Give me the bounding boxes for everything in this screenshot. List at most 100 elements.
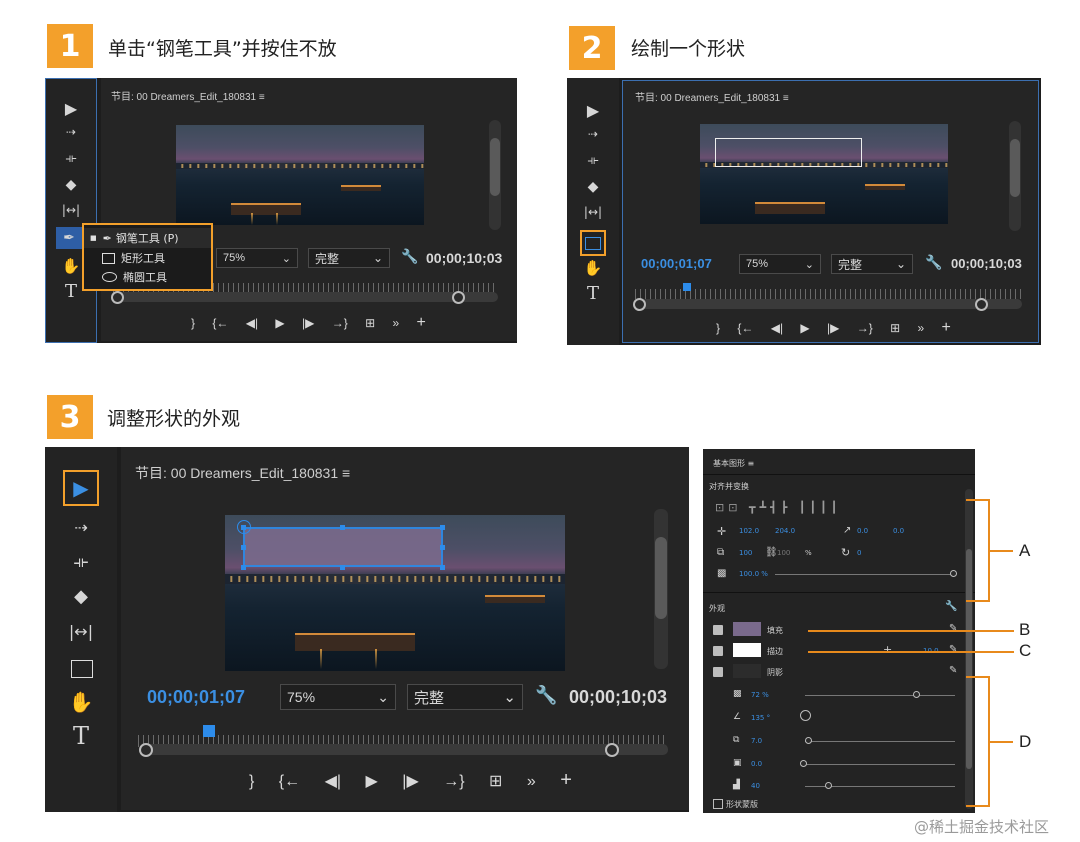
shape-rectangle[interactable] bbox=[243, 527, 443, 567]
selection-tool-icon[interactable]: ▶ bbox=[568, 101, 618, 120]
track-select-icon[interactable]: ⇢ bbox=[46, 125, 96, 139]
scale-height[interactable]: 100 bbox=[777, 549, 790, 557]
export-frame-button[interactable]: ⊞ bbox=[365, 316, 375, 330]
ripple-edit-icon[interactable]: ⟛ bbox=[46, 552, 116, 572]
zoom-scroll-bar[interactable] bbox=[141, 744, 668, 755]
more-button[interactable]: » bbox=[917, 321, 924, 335]
shadow-blur[interactable]: 40 bbox=[751, 782, 760, 790]
zoom-start-handle[interactable] bbox=[111, 291, 124, 304]
zoom-scroll-bar[interactable] bbox=[635, 299, 1022, 309]
align-buttons-row[interactable]: ⊡⊡ ┳┻┫┣ ┃┃┃┃ bbox=[715, 501, 841, 514]
handle-ml[interactable] bbox=[241, 545, 246, 550]
shadow-size-slider[interactable] bbox=[803, 764, 955, 765]
monitor-scrollbar[interactable] bbox=[1009, 121, 1021, 231]
shape-mask-checkbox[interactable] bbox=[713, 799, 723, 809]
fill-eyedropper-icon[interactable]: ✎ bbox=[949, 623, 957, 634]
step-forward-button[interactable]: |▶ bbox=[302, 316, 314, 330]
step-back-button[interactable]: ◀| bbox=[771, 321, 783, 335]
shadow-opacity[interactable]: 72 % bbox=[751, 691, 769, 699]
zoom-dropdown[interactable]: 75% ⌄ bbox=[739, 254, 821, 274]
zoom-start-handle[interactable] bbox=[139, 743, 153, 757]
handle-tr[interactable] bbox=[440, 525, 445, 530]
handle-br[interactable] bbox=[440, 565, 445, 570]
flyout-item-pen[interactable]: ■ ✒ 钢笔工具 (P) bbox=[84, 228, 211, 248]
wrench-icon[interactable]: 🔧 bbox=[925, 254, 942, 271]
link-icon[interactable]: ⛓ bbox=[765, 547, 778, 558]
add-button[interactable]: + bbox=[417, 314, 426, 331]
wrench-icon[interactable]: 🔧 bbox=[535, 685, 557, 706]
zoom-start-handle[interactable] bbox=[633, 298, 646, 311]
shadow-distance[interactable]: 7.0 bbox=[751, 737, 762, 745]
handle-tm[interactable] bbox=[340, 525, 345, 530]
fill-swatch[interactable] bbox=[733, 622, 761, 636]
flyout-item-rectangle[interactable]: 矩形工具 bbox=[84, 249, 211, 267]
shadow-eyedropper-icon[interactable]: ✎ bbox=[949, 665, 957, 676]
go-to-out-button[interactable]: →} bbox=[332, 316, 348, 330]
shadow-distance-knob[interactable] bbox=[805, 737, 812, 744]
razor-icon[interactable]: ◆ bbox=[46, 586, 116, 607]
wrench-icon[interactable]: 🔧 bbox=[401, 248, 418, 265]
type-icon[interactable]: T bbox=[568, 283, 618, 304]
flyout-item-ellipse[interactable]: 椭圆工具 bbox=[84, 268, 211, 286]
stroke-swatch[interactable] bbox=[733, 643, 761, 657]
stroke-checkbox[interactable] bbox=[713, 646, 723, 656]
pen-icon[interactable]: ✒ bbox=[56, 227, 82, 249]
zoom-scroll-bar[interactable] bbox=[113, 292, 498, 302]
shadow-opacity-knob[interactable] bbox=[913, 691, 920, 698]
go-to-in-button[interactable]: {← bbox=[737, 321, 753, 335]
shadow-opacity-slider[interactable] bbox=[805, 695, 955, 696]
step-back-button[interactable]: ◀| bbox=[325, 773, 341, 790]
export-frame-button[interactable]: ⊞ bbox=[890, 321, 900, 335]
stroke-add-icon[interactable]: + bbox=[883, 643, 892, 656]
step-forward-button[interactable]: |▶ bbox=[827, 321, 839, 335]
shadow-checkbox[interactable] bbox=[713, 667, 723, 677]
shadow-swatch[interactable] bbox=[733, 664, 761, 678]
hand-icon[interactable]: ✋ bbox=[568, 259, 618, 277]
handle-bl[interactable] bbox=[241, 565, 246, 570]
type-icon[interactable]: T bbox=[46, 722, 116, 750]
rotation-value[interactable]: 0 bbox=[857, 549, 861, 557]
mark-out-button[interactable]: } bbox=[716, 321, 720, 335]
rectangle-tool-icon[interactable] bbox=[71, 660, 93, 678]
slip-icon[interactable]: |↔| bbox=[46, 622, 116, 641]
anchor-y[interactable]: 0.0 bbox=[893, 527, 904, 535]
zoom-end-handle[interactable] bbox=[452, 291, 465, 304]
razor-icon[interactable]: ◆ bbox=[568, 179, 618, 195]
zoom-end-handle[interactable] bbox=[975, 298, 988, 311]
track-select-icon[interactable]: ⇢ bbox=[46, 518, 116, 537]
more-button[interactable]: » bbox=[392, 316, 399, 330]
angle-dial[interactable] bbox=[800, 710, 811, 721]
stroke-eyedropper-icon[interactable]: ✎ bbox=[949, 644, 957, 655]
drawn-rectangle[interactable] bbox=[715, 138, 862, 167]
go-to-in-button[interactable]: {← bbox=[279, 773, 300, 790]
opacity-slider[interactable] bbox=[775, 574, 953, 575]
appearance-wrench-icon[interactable]: 🔧 bbox=[945, 601, 957, 612]
slip-icon[interactable]: |↔| bbox=[568, 205, 618, 219]
opacity-slider-knob[interactable] bbox=[950, 570, 957, 577]
rectangle-tool-icon[interactable] bbox=[580, 230, 606, 256]
monitor-scrollbar[interactable] bbox=[489, 120, 501, 230]
selection-tool-icon[interactable]: ▶ bbox=[46, 99, 96, 118]
shadow-distance-slider[interactable] bbox=[805, 741, 955, 742]
scale-width[interactable]: 100 bbox=[739, 549, 752, 557]
handle-mr[interactable] bbox=[440, 545, 445, 550]
shadow-size-knob[interactable] bbox=[800, 760, 807, 767]
step-back-button[interactable]: ◀| bbox=[246, 316, 258, 330]
quality-dropdown[interactable]: 完整 ⌄ bbox=[831, 254, 913, 274]
position-x[interactable]: 102.0 bbox=[739, 527, 759, 535]
monitor-scrollbar[interactable] bbox=[654, 509, 668, 669]
play-button[interactable]: ▶ bbox=[275, 316, 284, 330]
go-to-out-button[interactable]: →} bbox=[443, 773, 464, 790]
shadow-angle[interactable]: 135 ° bbox=[751, 714, 770, 722]
ripple-edit-icon[interactable]: ⟛ bbox=[46, 151, 96, 166]
fill-checkbox[interactable] bbox=[713, 625, 723, 635]
selection-tool-icon[interactable]: ▶ bbox=[63, 470, 99, 506]
zoom-dropdown[interactable]: 75% ⌄ bbox=[280, 684, 396, 710]
more-button[interactable]: » bbox=[527, 773, 536, 790]
zoom-dropdown[interactable]: 75% ⌄ bbox=[216, 248, 298, 268]
quality-dropdown[interactable]: 完整 ⌄ bbox=[407, 684, 523, 710]
add-button[interactable]: + bbox=[560, 769, 572, 791]
anchor-x[interactable]: 0.0 bbox=[857, 527, 868, 535]
step-forward-button[interactable]: |▶ bbox=[402, 773, 418, 790]
opacity-value[interactable]: 100.0 % bbox=[739, 570, 768, 578]
